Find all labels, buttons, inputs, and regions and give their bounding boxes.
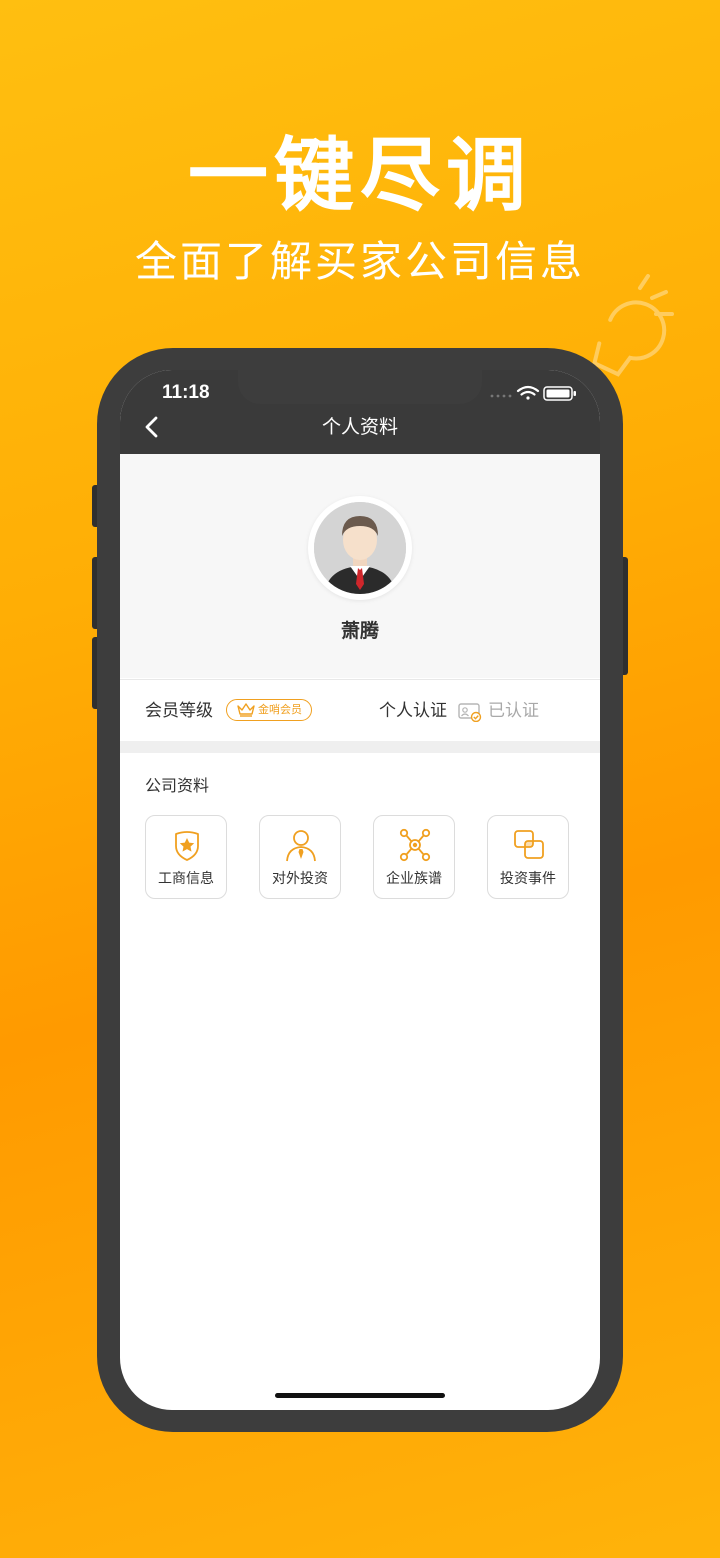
profile-name: 萧腾 — [340, 620, 379, 642]
tile-label: 投资事件 — [500, 871, 556, 887]
status-icons — [490, 385, 576, 401]
tile-business-info[interactable]: 工商信息 — [145, 815, 227, 899]
profile-header: 萧腾 — [120, 454, 600, 678]
section-divider — [120, 741, 600, 753]
page-title: 个人资料 — [321, 416, 398, 438]
id-card-check-icon — [458, 703, 482, 722]
tile-label: 工商信息 — [158, 871, 214, 887]
phone-notch — [238, 370, 482, 404]
shield-star-icon — [175, 831, 199, 861]
tile-label: 企业族谱 — [386, 871, 442, 887]
tile-company-genealogy[interactable]: 企业族谱 — [373, 815, 455, 899]
promo-headline: 一键尽调 — [188, 129, 532, 222]
tile-investment-events[interactable]: 投资事件 — [487, 815, 569, 899]
navigation-bar: 11:18 个人资料 — [120, 370, 600, 454]
overlap-squares-icon — [514, 830, 544, 859]
company-section-title: 公司资料 — [145, 776, 210, 795]
tile-outbound-investment[interactable]: 对外投资 — [259, 815, 341, 899]
phone-screen: 11:18 个人资料 萧腾 会员等级 金哨会员 个人认证 已认证 公司资料 工商… — [120, 370, 600, 1410]
cert-label: 个人认证 — [379, 701, 447, 721]
avatar[interactable] — [308, 496, 412, 600]
person-tie-icon — [286, 830, 316, 862]
company-tiles: 工商信息 对外投资 企业族谱 投资事件 — [145, 815, 575, 901]
member-badge[interactable]: 金哨会员 — [226, 699, 312, 721]
member-badge-label: 金哨会员 — [258, 703, 302, 716]
battery-icon — [543, 386, 576, 401]
crown-icon — [237, 703, 255, 717]
tile-label: 对外投资 — [272, 871, 328, 887]
signal-dots-icon — [490, 394, 512, 398]
avatar-image — [314, 502, 406, 594]
status-time: 11:18 — [162, 382, 210, 403]
home-indicator[interactable] — [275, 1393, 445, 1398]
membership-row: 会员等级 金哨会员 个人认证 已认证 — [120, 679, 600, 742]
cert-status: 已认证 — [488, 701, 539, 721]
network-icon — [399, 828, 431, 862]
member-level-label: 会员等级 — [145, 701, 213, 721]
wifi-icon — [516, 385, 540, 400]
